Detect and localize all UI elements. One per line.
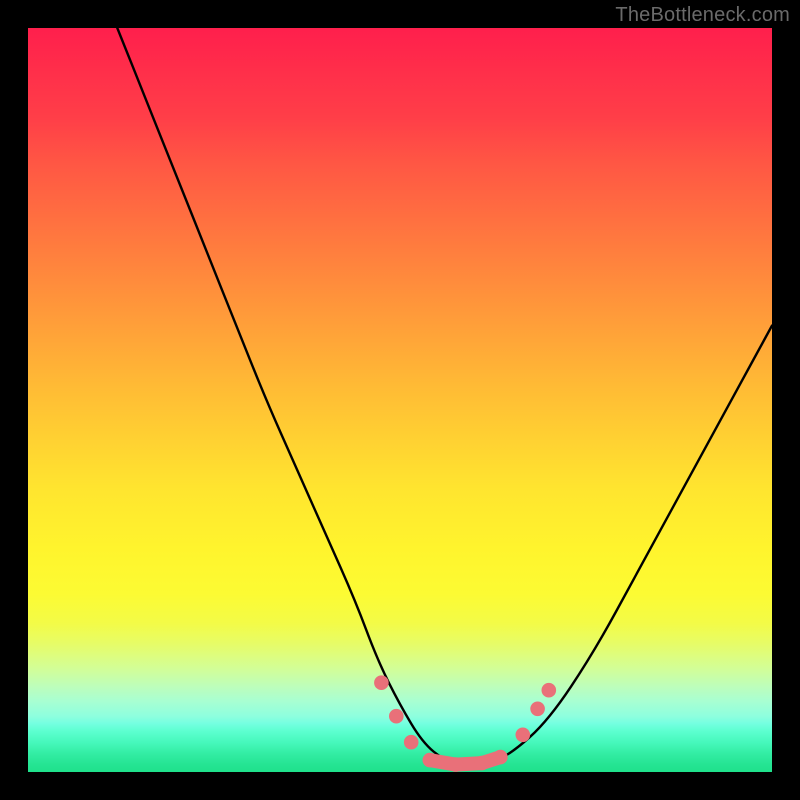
- chart-frame: TheBottleneck.com: [0, 0, 800, 800]
- mid-bar-left: [423, 753, 438, 768]
- right-marker-3: [542, 683, 557, 698]
- bottom-marker-bar: [430, 757, 501, 765]
- mid-bar-center: [449, 757, 464, 772]
- watermark-text: TheBottleneck.com: [615, 4, 790, 27]
- curve-markers: [374, 675, 556, 771]
- left-marker-1: [374, 675, 389, 690]
- right-marker-2: [530, 702, 545, 717]
- curve-layer: [28, 28, 772, 772]
- left-marker-2: [389, 709, 404, 724]
- right-marker-1: [516, 728, 531, 743]
- mid-bar-right-b: [493, 750, 508, 765]
- left-marker-3: [404, 735, 419, 750]
- plot-area: [28, 28, 772, 772]
- mid-bar-right-a: [475, 756, 490, 771]
- bottleneck-curve: [117, 28, 772, 764]
